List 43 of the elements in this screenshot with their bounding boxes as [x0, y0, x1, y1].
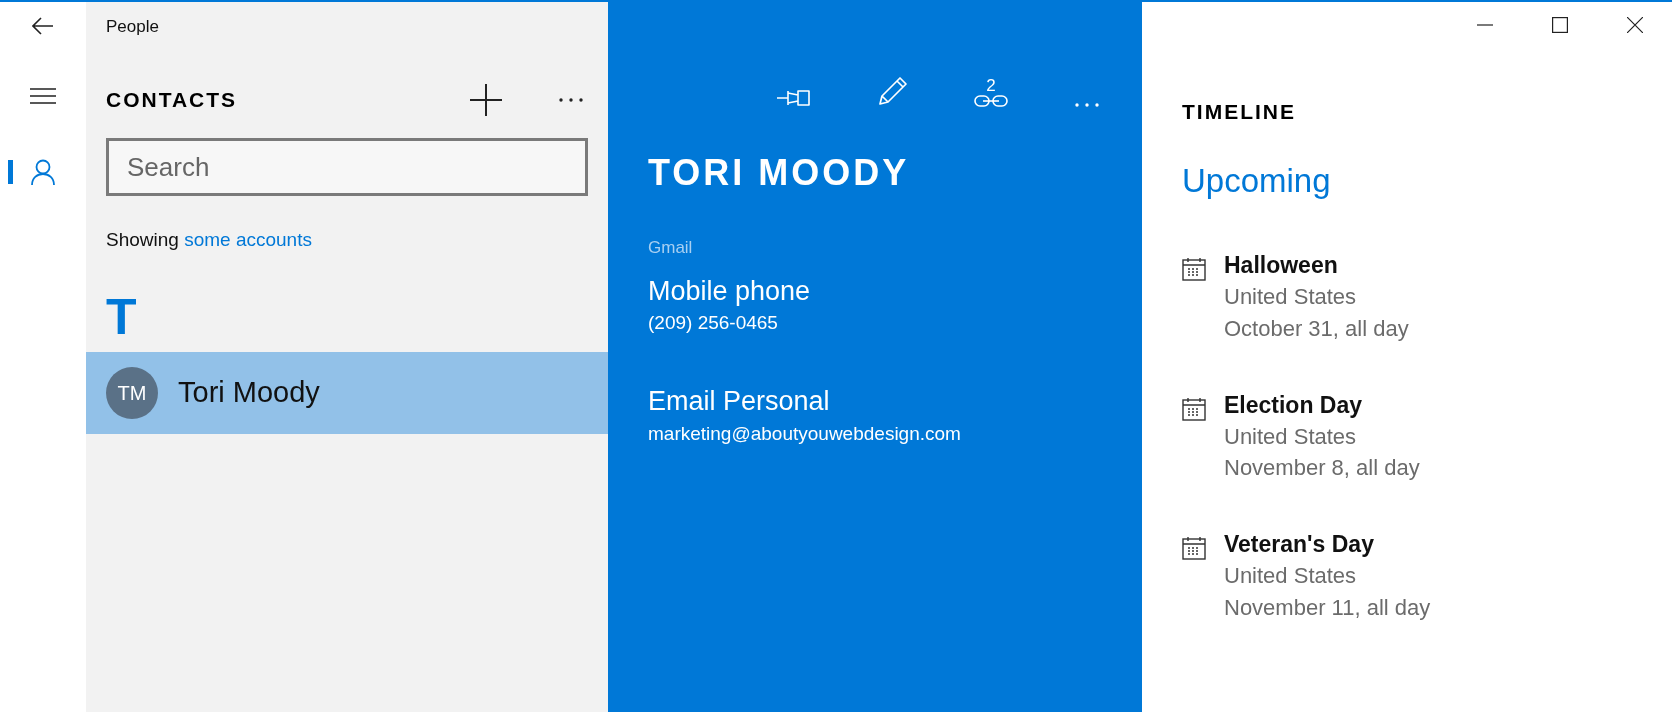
back-arrow-icon [32, 17, 54, 35]
event-title[interactable]: Veteran's Day [1224, 530, 1431, 561]
contact-name: TORI MOODY [648, 151, 911, 195]
event-location: United States [1224, 422, 1358, 451]
calendar-icon [1182, 536, 1206, 561]
minimize-icon [1476, 24, 1493, 26]
plus-icon [470, 84, 502, 116]
group-letter[interactable]: T [106, 291, 588, 352]
maximize-icon [1551, 17, 1568, 33]
accounts-link[interactable]: some accounts [184, 229, 312, 250]
field-label: Email Personal [648, 385, 831, 418]
event-title[interactable]: Election Day [1224, 390, 1420, 421]
app-title: People [105, 16, 160, 38]
section-heading: Upcoming [1182, 160, 1332, 201]
event-location: United States [1224, 282, 1358, 311]
linked-count: 2 [986, 77, 996, 94]
close-icon [1626, 17, 1643, 33]
contact-name: Tori Moody [178, 374, 320, 410]
event-location: United States [1224, 562, 1358, 591]
contact-row[interactable]: TM Tori Moody [86, 351, 608, 434]
filter-text: Showing some accounts [106, 228, 313, 252]
linked-contacts-button[interactable]: 2 [970, 73, 1012, 112]
field-value[interactable]: marketing@aboutyouwebdesign.com [648, 419, 1104, 449]
event-date: October 31, all day [1224, 314, 1409, 343]
section-title: CONTACTS [106, 87, 239, 114]
calendar-icon [1182, 396, 1206, 421]
event-date: November 11, all day [1224, 594, 1431, 623]
pin-icon [776, 88, 810, 108]
link-icon [974, 94, 1008, 108]
calendar-icon [1182, 257, 1206, 281]
event-title[interactable]: Halloween [1224, 251, 1409, 281]
event-date: November 8, all day [1224, 454, 1420, 483]
account-label: Gmail [648, 237, 694, 259]
avatar-initials: TM [106, 366, 158, 419]
field-label: Mobile phone [648, 274, 812, 307]
search-field[interactable]: Search [106, 138, 588, 196]
person-icon [31, 159, 55, 185]
pencil-icon [876, 76, 908, 108]
field-value[interactable]: (209) 256-0465 [648, 308, 1104, 338]
more-icon [558, 97, 584, 103]
menu-icon [30, 87, 56, 105]
section-title: TIMELINE [1182, 99, 1297, 125]
more-icon [1074, 102, 1100, 108]
